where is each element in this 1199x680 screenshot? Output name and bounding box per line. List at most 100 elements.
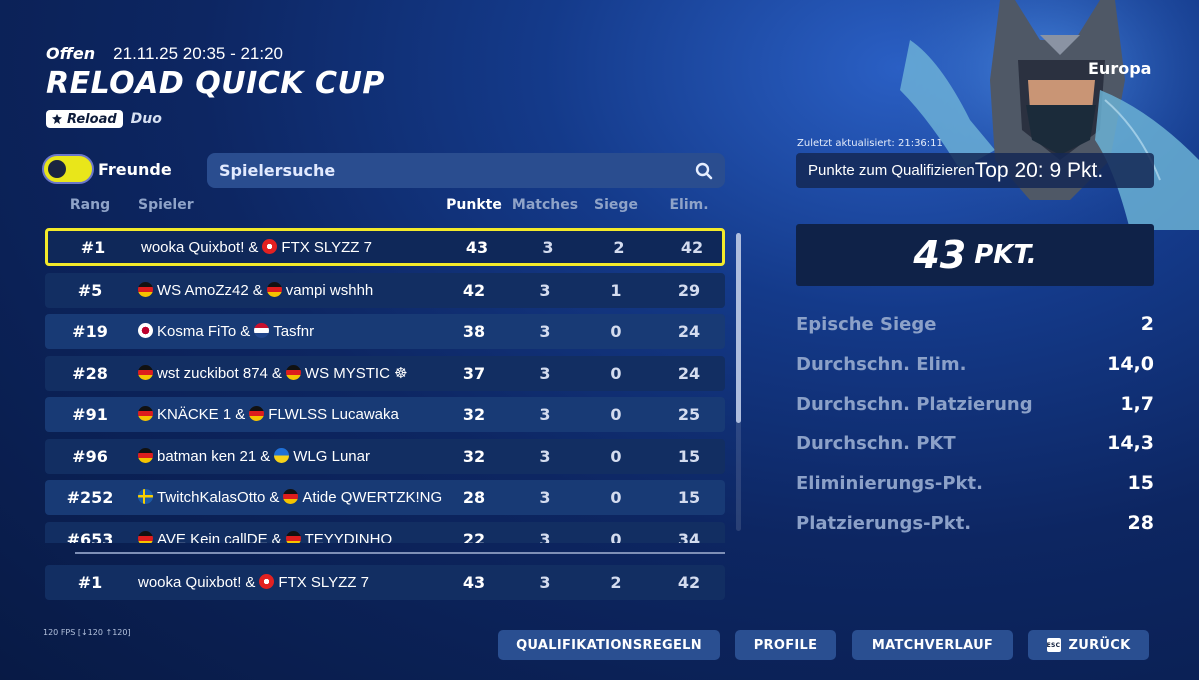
row-players: Kosma FiTo & Tasfnr bbox=[138, 314, 448, 349]
player-2-name: Tasfnr bbox=[273, 323, 315, 340]
reload-icon bbox=[52, 114, 62, 124]
row-points: 42 bbox=[462, 281, 486, 300]
row-rank: #19 bbox=[72, 322, 108, 341]
flag-icon-de bbox=[249, 406, 265, 421]
row-points: 37 bbox=[462, 364, 486, 383]
flag-icon-de bbox=[285, 365, 301, 380]
separator: & bbox=[248, 238, 259, 256]
flag-icon-ua bbox=[274, 448, 290, 463]
row-points: 43 bbox=[462, 573, 486, 592]
search-input[interactable] bbox=[219, 161, 695, 180]
row-players: AVE Kein callDE & TEYYDINHO bbox=[138, 522, 448, 543]
table-row[interactable]: #96 batman ken 21 & WLG Lunar 32 3 0 15 bbox=[45, 439, 725, 474]
row-wins: 0 bbox=[610, 405, 622, 424]
row-points: 32 bbox=[462, 405, 486, 424]
flag-icon-de bbox=[138, 448, 153, 463]
row-players: WS AmoZz42 & vampi wshhh bbox=[138, 273, 448, 308]
divider bbox=[75, 552, 725, 554]
event-status: Offen bbox=[46, 44, 96, 63]
row-wins: 0 bbox=[610, 530, 622, 543]
stat-value: 14,0 bbox=[1107, 353, 1154, 375]
fps-counter: 120 FPS [↓120 ↑120] bbox=[43, 628, 131, 637]
row-wins: 0 bbox=[610, 447, 622, 466]
col-rank: Rang bbox=[69, 197, 111, 213]
player-1-name: Kosma FiTo bbox=[157, 323, 237, 340]
row-elims: 25 bbox=[677, 405, 701, 424]
pinned-player-row[interactable]: #1 wooka Quixbot! & FTX SLYZZ 7 43 3 2 42 bbox=[45, 565, 725, 600]
row-rank: #1 bbox=[77, 573, 103, 592]
player-1-name: AVE Kein callDE bbox=[157, 531, 268, 544]
flag-icon-ch bbox=[262, 238, 278, 254]
search-icon[interactable] bbox=[695, 162, 713, 180]
flag-icon-de bbox=[283, 489, 299, 504]
flag-icon-jp bbox=[138, 323, 153, 338]
row-matches: 3 bbox=[539, 405, 551, 424]
mode-badge-label: Reload bbox=[67, 111, 117, 127]
friends-toggle[interactable] bbox=[42, 154, 94, 184]
row-points: 28 bbox=[462, 488, 486, 507]
total-points-box: 43 PKT. bbox=[796, 224, 1154, 286]
stat-value: 1,7 bbox=[1120, 393, 1154, 415]
player-search[interactable] bbox=[207, 153, 725, 188]
row-players: batman ken 21 & WLG Lunar bbox=[138, 439, 448, 474]
qualify-threshold: Punkte zum Qualifizieren Top 20: 9 Pkt. bbox=[796, 153, 1154, 188]
stat-value: 15 bbox=[1127, 472, 1154, 494]
esc-key-icon: ESC bbox=[1046, 638, 1061, 652]
row-wins: 0 bbox=[610, 364, 622, 383]
row-rank: #96 bbox=[72, 447, 108, 466]
table-row[interactable]: #653 AVE Kein callDE & TEYYDINHO 22 3 0 34 bbox=[45, 522, 725, 543]
friends-toggle-label: Freunde bbox=[98, 160, 172, 179]
separator: & bbox=[252, 282, 263, 299]
row-elims: 34 bbox=[677, 530, 701, 543]
player-names: wooka Quixbot! & FTX SLYZZ 7 bbox=[138, 574, 369, 591]
team-size: Duo bbox=[130, 111, 162, 127]
player-2-name: WS MYSTIC ☸ bbox=[304, 365, 408, 382]
leaderboard-list[interactable]: #1 wooka Quixbot! & FTX SLYZZ 7 43 3 2 42 #5 WS A… bbox=[45, 228, 725, 543]
scrollbar-thumb[interactable] bbox=[736, 233, 741, 423]
qualify-label: Punkte zum Qualifizieren bbox=[808, 162, 975, 179]
stat-avg-placement: Durchschn. Platzierung 1,7 bbox=[796, 392, 1154, 416]
player-2-name: FTX SLYZZ 7 bbox=[278, 574, 369, 591]
table-row[interactable]: #91 KNÄCKE 1 & FLWLSS Lucawaka 32 3 0 25 bbox=[45, 397, 725, 432]
stat-avg-points: Durchschn. PKT 14,3 bbox=[796, 431, 1154, 455]
row-players: wst zuckibot 874 & WS MYSTIC ☸ bbox=[138, 356, 448, 391]
stat-avg-elims: Durchschn. Elim. 14,0 bbox=[796, 352, 1154, 376]
player-2-name: FTX SLYZZ 7 bbox=[281, 238, 372, 256]
col-matches: Matches bbox=[511, 197, 579, 213]
back-button[interactable]: ESC ZURÜCK bbox=[1028, 630, 1149, 660]
row-wins: 0 bbox=[610, 322, 622, 341]
player-2-name: Atide QWERTZK!NG bbox=[302, 489, 443, 506]
row-wins: 1 bbox=[610, 281, 622, 300]
player-names: WS AmoZz42 & vampi wshhh bbox=[138, 282, 373, 299]
match-history-button[interactable]: MATCHVERLAUF bbox=[852, 630, 1013, 660]
flag-icon-de bbox=[138, 282, 153, 297]
flag-icon-de bbox=[138, 406, 153, 421]
row-rank: #1 bbox=[80, 237, 106, 257]
row-wins: 2 bbox=[610, 573, 622, 592]
row-rank: #5 bbox=[77, 281, 103, 300]
row-rank: #252 bbox=[66, 488, 114, 507]
total-points-unit: PKT. bbox=[974, 240, 1037, 270]
player-2-name: vampi wshhh bbox=[285, 282, 374, 299]
flag-icon-ch bbox=[259, 574, 275, 589]
row-elims: 24 bbox=[677, 322, 701, 341]
table-row[interactable]: #28 wst zuckibot 874 & WS MYSTIC ☸ 37 3 0 24 bbox=[45, 356, 725, 391]
leaderboard-header: Rang Spieler Punkte Matches Siege Elim. bbox=[45, 197, 725, 217]
table-row[interactable]: #252 TwitchKalasOtto & Atide QWERTZK!NG 28 3 0… bbox=[45, 480, 725, 515]
table-row[interactable]: #5 WS AmoZz42 & vampi wshhh 42 3 1 29 bbox=[45, 273, 725, 308]
player-2-name: TEYYDINHO bbox=[304, 531, 393, 544]
qualification-rules-button[interactable]: QUALIFIKATIONSREGELN bbox=[498, 630, 720, 660]
row-players: KNÄCKE 1 & FLWLSS Lucawaka bbox=[138, 397, 448, 432]
player-1-name: batman ken 21 bbox=[157, 448, 257, 465]
separator: & bbox=[240, 323, 251, 340]
table-row-current-player[interactable]: #1 wooka Quixbot! & FTX SLYZZ 7 43 3 2 42 bbox=[45, 228, 725, 266]
col-wins: Siege bbox=[594, 197, 638, 213]
player-1-name: wooka Quixbot! bbox=[141, 238, 245, 256]
player-names: wst zuckibot 874 & WS MYSTIC ☸ bbox=[138, 365, 408, 382]
stat-label: Eliminierungs-Pkt. bbox=[796, 472, 983, 494]
region-label: Europa bbox=[1088, 59, 1152, 78]
table-row[interactable]: #19 Kosma FiTo & Tasfnr 38 3 0 24 bbox=[45, 314, 725, 349]
event-status-row: Offen 21.11.25 20:35 - 21:20 bbox=[46, 44, 283, 64]
row-elims: 24 bbox=[677, 364, 701, 383]
profile-button[interactable]: PROFILE bbox=[735, 630, 836, 660]
